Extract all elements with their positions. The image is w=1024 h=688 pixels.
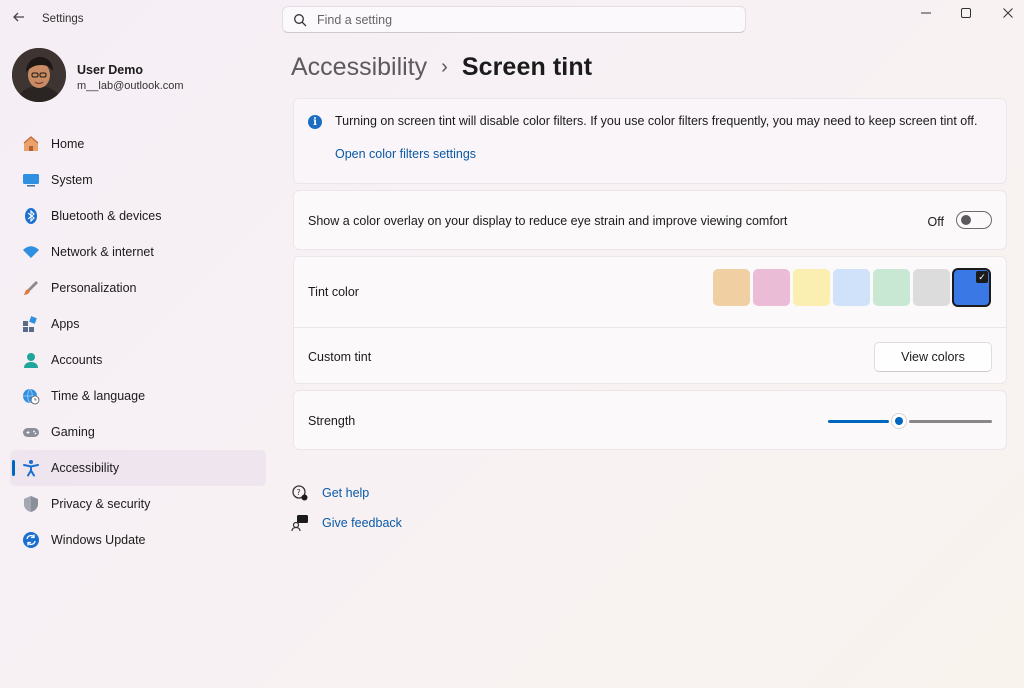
slider-thumb[interactable]	[891, 413, 907, 429]
gamepad-icon	[22, 423, 40, 441]
globe-clock-icon	[22, 387, 40, 405]
sidebar-item-time-language[interactable]: Time & language	[10, 378, 266, 414]
avatar	[12, 48, 66, 102]
sidebar-item-label: Privacy & security	[51, 497, 151, 511]
search-input[interactable]	[317, 11, 727, 29]
overlay-description: Show a color overlay on your display to …	[308, 214, 788, 228]
close-icon	[1003, 8, 1013, 18]
tint-color-label: Tint color	[308, 285, 359, 299]
maximize-icon	[961, 8, 971, 18]
wifi-icon	[22, 243, 40, 261]
strength-row: Strength	[293, 390, 1007, 450]
tint-swatch[interactable]	[713, 269, 750, 306]
sidebar-item-system[interactable]: System	[10, 162, 266, 198]
toggle-knob	[961, 215, 971, 225]
home-icon	[22, 135, 40, 153]
tint-settings-card: Tint color ✓ Custom tint View colors	[293, 256, 1007, 384]
minimize-button[interactable]	[906, 2, 946, 24]
custom-tint-label: Custom tint	[308, 350, 372, 364]
sidebar-item-label: Personalization	[51, 281, 137, 295]
sidebar-item-label: Home	[51, 137, 85, 151]
sidebar-item-privacy-security[interactable]: Privacy & security	[10, 486, 266, 522]
search-icon	[294, 14, 307, 27]
brush-icon	[22, 279, 40, 297]
user-email: m__lab@outlook.com	[77, 80, 184, 92]
give-feedback-label: Give feedback	[322, 516, 402, 530]
tint-swatch[interactable]	[833, 269, 870, 306]
back-button[interactable]	[8, 6, 30, 28]
info-card: i Turning on screen tint will disable co…	[293, 98, 1007, 184]
divider	[294, 327, 1006, 328]
sidebar-item-apps[interactable]: Apps	[10, 306, 266, 342]
tint-swatch-group: ✓	[713, 268, 991, 307]
system-icon	[22, 171, 40, 189]
tint-swatch[interactable]	[913, 269, 950, 306]
sidebar-item-label: Accounts	[51, 353, 103, 367]
search-box[interactable]	[282, 6, 746, 33]
tint-swatch[interactable]	[873, 269, 910, 306]
sidebar-item-label: Gaming	[51, 425, 95, 439]
sidebar-item-label: Apps	[51, 317, 80, 331]
bluetooth-icon	[22, 207, 40, 225]
sidebar-item-label: Windows Update	[51, 533, 146, 547]
view-colors-button[interactable]: View colors	[874, 342, 992, 372]
sidebar-item-gaming[interactable]: Gaming	[10, 414, 266, 450]
sidebar-item-label: System	[51, 173, 93, 187]
sidebar-item-network[interactable]: Network & internet	[10, 234, 266, 270]
sidebar-item-label: Bluetooth & devices	[51, 209, 162, 223]
slider-track-filled	[828, 420, 889, 423]
tint-swatch[interactable]: ✓	[952, 268, 991, 307]
update-icon	[22, 531, 40, 549]
shield-icon	[22, 495, 40, 513]
screen-tint-toggle[interactable]	[956, 211, 992, 229]
sidebar-item-windows-update[interactable]: Windows Update	[10, 522, 266, 558]
breadcrumb-parent[interactable]: Accessibility	[291, 53, 427, 82]
accessibility-icon	[22, 459, 40, 477]
tint-swatch[interactable]	[753, 269, 790, 306]
page-title: Screen tint	[461, 52, 593, 81]
toggle-state-label: Off	[927, 215, 944, 229]
open-color-filters-link[interactable]: Open color filters settings	[335, 147, 476, 161]
feedback-icon	[291, 515, 308, 532]
close-button[interactable]	[988, 2, 1024, 24]
maximize-button[interactable]	[946, 2, 986, 24]
sidebar-item-label: Time & language	[51, 389, 146, 403]
tint-swatch[interactable]	[793, 269, 830, 306]
avatar-image	[12, 48, 66, 102]
sidebar-item-accessibility[interactable]: Accessibility	[10, 450, 266, 486]
svg-text:?: ?	[297, 488, 301, 497]
sidebar-item-bluetooth[interactable]: Bluetooth & devices	[10, 198, 266, 234]
minimize-icon	[921, 12, 931, 14]
title-bar: Settings	[0, 0, 1024, 40]
slider-track-empty	[909, 420, 992, 423]
screen-tint-toggle-row: Show a color overlay on your display to …	[293, 190, 1007, 250]
sidebar-item-accounts[interactable]: Accounts	[10, 342, 266, 378]
user-profile[interactable]: User Demo m__lab@outlook.com	[12, 48, 262, 104]
sidebar-item-personalization[interactable]: Personalization	[10, 270, 266, 306]
app-title: Settings	[42, 13, 84, 25]
user-name: User Demo	[77, 63, 143, 77]
chevron-right-icon: ›	[441, 55, 448, 78]
breadcrumb: Accessibility › Screen tint	[291, 50, 592, 84]
sidebar-item-home[interactable]: Home	[10, 126, 266, 162]
sidebar-item-label: Accessibility	[51, 461, 120, 475]
checkmark-icon: ✓	[976, 271, 988, 283]
strength-label: Strength	[308, 414, 356, 428]
info-icon: i	[308, 115, 322, 129]
sidebar-nav: Home System Bluetooth & devices Network …	[10, 126, 266, 558]
back-arrow-icon	[13, 12, 24, 22]
accounts-icon	[22, 351, 40, 369]
get-help-label: Get help	[322, 486, 370, 500]
get-help-icon: ?	[292, 485, 308, 501]
apps-icon	[22, 315, 40, 333]
sidebar-item-label: Network & internet	[51, 245, 154, 259]
info-text: Turning on screen tint will disable colo…	[335, 114, 978, 128]
strength-slider[interactable]	[828, 413, 992, 429]
